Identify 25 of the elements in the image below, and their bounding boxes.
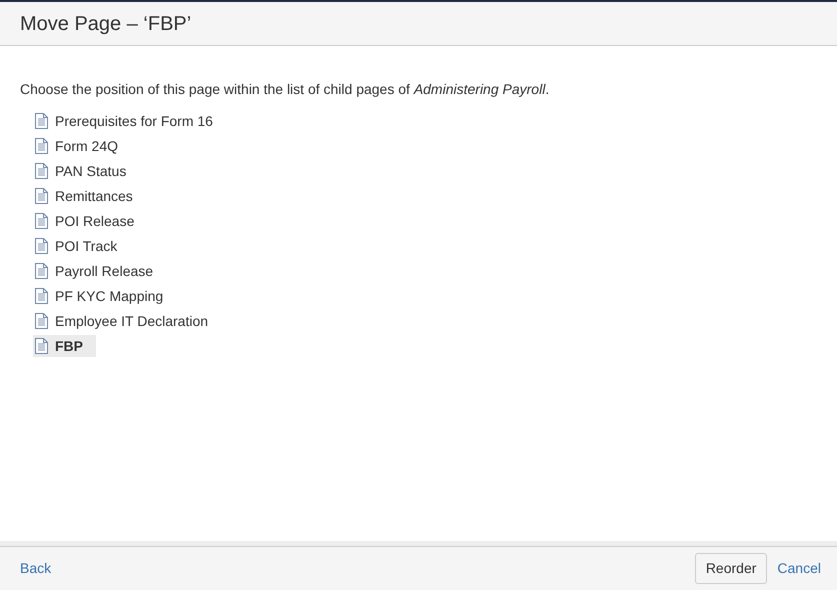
instruction-text: Choose the position of this page within the list of child pages of Administering Payroll. [20, 80, 550, 99]
cancel-link[interactable]: Cancel [777, 558, 821, 579]
back-link[interactable]: Back [20, 558, 52, 579]
page-icon [35, 188, 48, 204]
page-item[interactable]: PAN Status [33, 160, 128, 182]
page-item[interactable]: FBP [33, 335, 96, 357]
page-item[interactable]: Payroll Release [33, 260, 156, 282]
page-item[interactable]: Employee IT Declaration [33, 310, 210, 332]
page-item[interactable]: POI Track [33, 235, 120, 257]
page-icon [35, 288, 48, 304]
reorder-button[interactable]: Reorder [694, 553, 768, 584]
page-item[interactable]: Remittances [33, 185, 135, 207]
page-item[interactable]: Form 24Q [33, 135, 120, 157]
page-icon [35, 338, 48, 354]
page-item[interactable]: POI Release [33, 210, 136, 232]
dialog-title: Move Page – ‘FBP’ [20, 12, 192, 36]
page-icon [35, 313, 48, 329]
page-icon [35, 238, 48, 254]
page-item[interactable]: PF KYC Mapping [33, 285, 166, 307]
page-item[interactable]: Prerequisites for Form 16 [33, 110, 215, 132]
page-icon [35, 163, 48, 179]
page-icon [35, 213, 48, 229]
page-icon [35, 263, 48, 279]
page-icon [35, 113, 48, 129]
page-icon [35, 138, 48, 154]
